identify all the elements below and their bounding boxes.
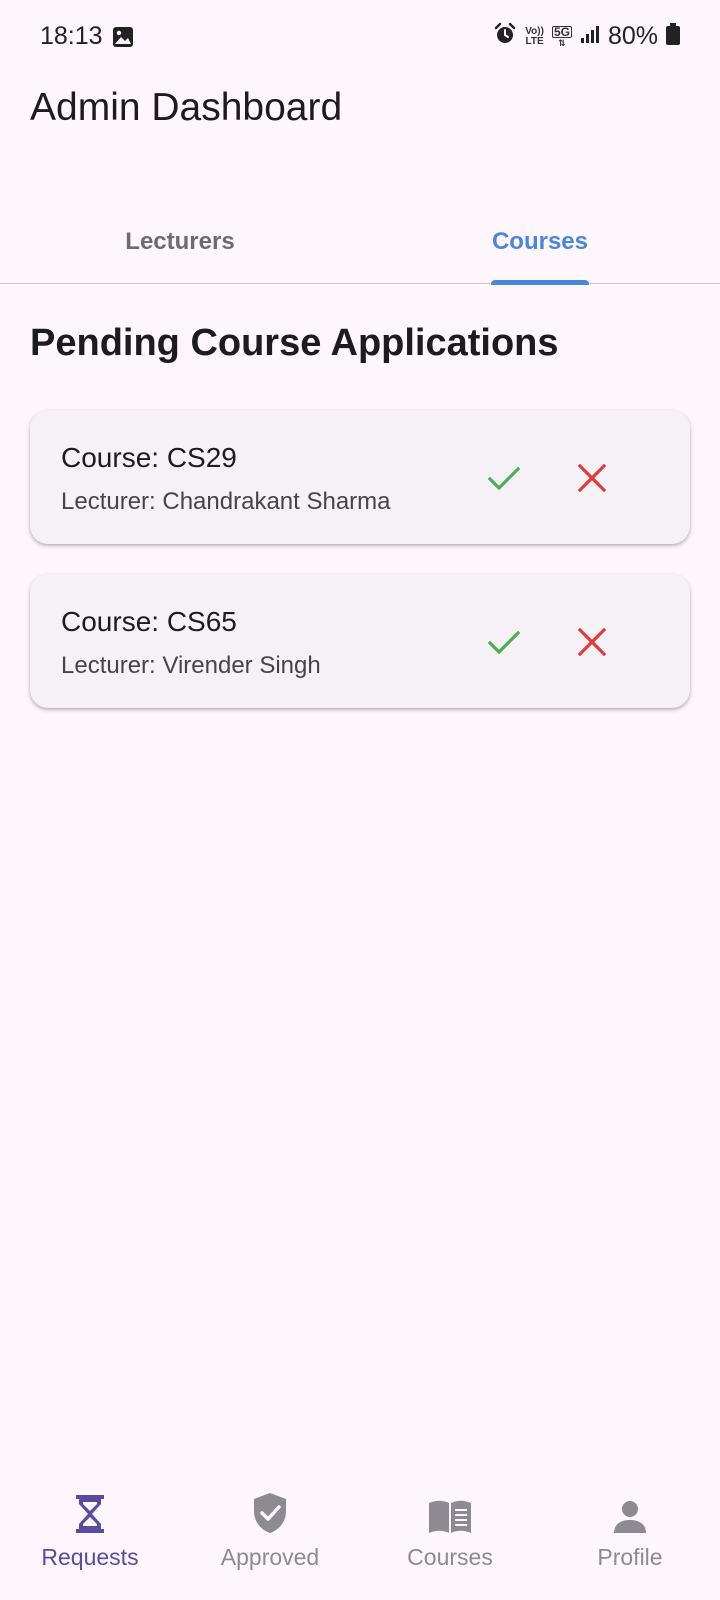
nav-item-profile[interactable]: Profile bbox=[540, 1480, 720, 1600]
application-card: Course: CS65 Lecturer: Virender Singh bbox=[30, 574, 690, 708]
person-icon bbox=[613, 1480, 647, 1534]
section-title: Pending Course Applications bbox=[30, 322, 559, 364]
reject-button[interactable] bbox=[570, 620, 614, 664]
battery-icon bbox=[666, 23, 680, 50]
nav-item-courses[interactable]: Courses bbox=[360, 1480, 540, 1600]
approve-button[interactable] bbox=[482, 456, 526, 500]
nav-label: Profile bbox=[597, 1544, 663, 1570]
5g-icon: 5G ⇅ bbox=[551, 24, 572, 48]
check-icon bbox=[487, 466, 521, 491]
volte-icon: Vo)) LTE bbox=[525, 25, 544, 47]
lecturer-name: Lecturer: Virender Singh bbox=[61, 652, 321, 679]
hourglass-icon bbox=[75, 1480, 105, 1534]
approve-button[interactable] bbox=[482, 620, 526, 664]
volte-bottom-label: LTE bbox=[525, 35, 544, 47]
volte-top-label: Vo)) bbox=[525, 25, 544, 37]
close-icon bbox=[577, 627, 607, 657]
tab-label: Courses bbox=[491, 227, 589, 255]
tab-lecturers[interactable]: Lecturers bbox=[0, 200, 360, 283]
application-card: Course: CS29 Lecturer: Chandrakant Sharm… bbox=[30, 410, 690, 544]
status-icons: Vo)) LTE 5G ⇅ 80% bbox=[493, 22, 680, 51]
nav-label: Approved bbox=[220, 1544, 320, 1570]
active-tab-indicator bbox=[491, 280, 589, 285]
status-bar: 18:13 Vo)) LTE 5G ⇅ 80% bbox=[0, 0, 720, 72]
lecturer-name: Lecturer: Chandrakant Sharma bbox=[61, 488, 391, 515]
check-icon bbox=[487, 630, 521, 655]
data-arrows-icon: ⇅ bbox=[558, 37, 566, 48]
tab-bar: Lecturers Courses bbox=[0, 200, 720, 285]
network-label: 5G bbox=[551, 24, 572, 39]
course-code: Course: CS29 bbox=[61, 442, 237, 473]
image-icon bbox=[112, 26, 134, 53]
page-title: Admin Dashboard bbox=[30, 86, 343, 129]
shield-check-icon bbox=[252, 1480, 288, 1534]
nav-item-requests[interactable]: Requests bbox=[0, 1480, 180, 1600]
tab-courses[interactable]: Courses bbox=[360, 200, 720, 285]
close-icon bbox=[577, 463, 607, 493]
book-icon bbox=[428, 1480, 472, 1534]
tab-label: Lecturers bbox=[125, 227, 235, 255]
reject-button[interactable] bbox=[570, 456, 614, 500]
bottom-navigation: Requests Approved Courses Profile bbox=[0, 1480, 720, 1600]
nav-label: Requests bbox=[41, 1544, 139, 1570]
battery-percent: 80% bbox=[607, 22, 658, 50]
nav-item-approved[interactable]: Approved bbox=[180, 1480, 360, 1600]
signal-icon bbox=[580, 24, 600, 49]
alarm-icon bbox=[493, 22, 517, 51]
course-code: Course: CS65 bbox=[61, 606, 237, 637]
nav-label: Courses bbox=[407, 1544, 493, 1570]
status-time: 18:13 bbox=[40, 22, 103, 50]
